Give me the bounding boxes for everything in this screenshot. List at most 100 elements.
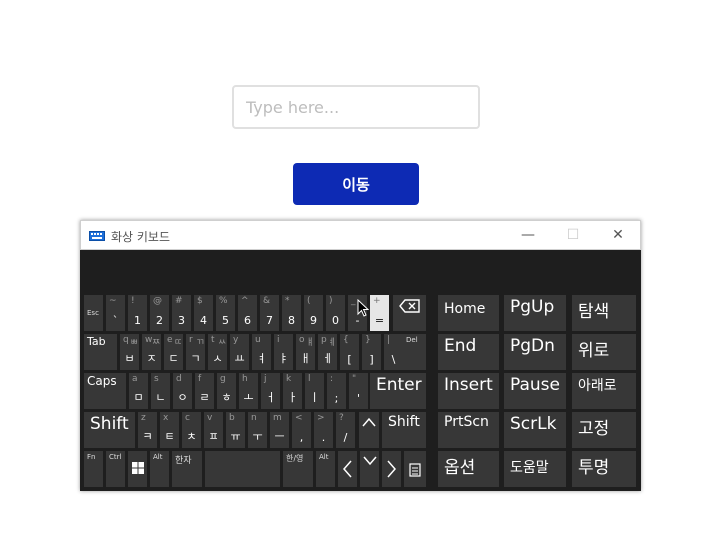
key-row3-2[interactable]: dㅇ: [173, 373, 192, 409]
key-shifted-hangul-label: ㅆ: [218, 338, 227, 348]
key-shift-left[interactable]: Shift: [84, 412, 135, 448]
key-alt-left[interactable]: Alt: [150, 451, 169, 487]
key-menu[interactable]: [404, 451, 426, 487]
key-row1-12[interactable]: + =: [370, 295, 389, 331]
key-down-dock[interactable]: 아래로: [572, 373, 636, 409]
key-shift-label: c: [185, 413, 190, 423]
key-ctrl[interactable]: Ctrl: [106, 451, 125, 487]
text-input[interactable]: [232, 85, 480, 129]
key-row2-1[interactable]: wㅉㅈ: [142, 334, 161, 370]
key-shift-right[interactable]: Shift: [382, 412, 426, 448]
key-row2-6[interactable]: uㅕ: [252, 334, 271, 370]
key-space[interactable]: [205, 451, 280, 487]
key-row1-10[interactable]: ) 0: [326, 295, 345, 331]
key-row4-9[interactable]: ? /: [336, 412, 355, 448]
key-row4-7[interactable]: <,: [292, 412, 311, 448]
key-row2-0[interactable]: qㅃㅂ: [120, 334, 139, 370]
key-backspace[interactable]: [393, 295, 426, 331]
key-tab[interactable]: Tab: [84, 334, 117, 370]
key-row4-8[interactable]: >.: [314, 412, 333, 448]
key-row4-3[interactable]: vㅍ: [204, 412, 223, 448]
key-row2-4[interactable]: tㅆㅅ: [208, 334, 227, 370]
key-help[interactable]: 도움말: [504, 451, 566, 487]
key-row2-8[interactable]: oㅒㅐ: [296, 334, 315, 370]
key-row1-1[interactable]: ! 1: [128, 295, 147, 331]
key-row3-5[interactable]: hㅗ: [239, 373, 258, 409]
key-arrow-up[interactable]: [359, 412, 379, 448]
key-row3-10[interactable]: " ': [349, 373, 368, 409]
key-hanja[interactable]: 한자: [172, 451, 202, 487]
key-row3-3[interactable]: fㄹ: [195, 373, 214, 409]
key-row3-4[interactable]: gㅎ: [217, 373, 236, 409]
key-esc[interactable]: Esc: [84, 295, 103, 331]
key-row2-10[interactable]: {[: [340, 334, 359, 370]
key-options[interactable]: 옵션: [438, 451, 499, 487]
key-row1-5[interactable]: % 5: [216, 295, 235, 331]
maximize-button[interactable]: ☐: [550, 221, 596, 251]
minimize-button[interactable]: —: [505, 221, 551, 251]
key-row4-1[interactable]: xㅌ: [160, 412, 179, 448]
key-arrow-left[interactable]: [338, 451, 357, 487]
key-scrlk[interactable]: ScrLk: [504, 412, 566, 448]
key-row2-11[interactable]: }]: [362, 334, 381, 370]
key-del[interactable]: Del: [403, 334, 426, 370]
key-row3-7[interactable]: kㅏ: [283, 373, 302, 409]
key-row2-5[interactable]: yㅛ: [230, 334, 249, 370]
key-row1-0[interactable]: ~ `: [106, 295, 125, 331]
backspace-icon: [399, 299, 420, 313]
key-row1-4[interactable]: $4: [194, 295, 213, 331]
arrow-right-icon: [387, 460, 396, 478]
key-windows[interactable]: [128, 451, 147, 487]
key-shift-label: e: [167, 335, 173, 345]
key-row4-2[interactable]: cㅊ: [182, 412, 201, 448]
key-row1-8[interactable]: * 8: [282, 295, 301, 331]
key-pause[interactable]: Pause: [504, 373, 566, 409]
key-row3-9[interactable]: :;: [327, 373, 346, 409]
key-row1-9[interactable]: (9: [304, 295, 323, 331]
key-row2-12[interactable]: | \: [384, 334, 403, 370]
key-pgup[interactable]: PgUp: [504, 295, 566, 331]
key-row1-6[interactable]: ^ 6: [238, 295, 257, 331]
key-pgdn[interactable]: PgDn: [504, 334, 566, 370]
key-up-dock[interactable]: 위로: [572, 334, 636, 370]
key-fade[interactable]: 투명: [572, 451, 636, 487]
key-caps[interactable]: Caps: [84, 373, 126, 409]
key-alt-right[interactable]: Alt: [316, 451, 335, 487]
key-row1-2[interactable]: @2: [150, 295, 169, 331]
move-button[interactable]: 이동: [293, 163, 419, 205]
key-home[interactable]: Home: [438, 295, 499, 331]
key-enter[interactable]: Enter: [370, 373, 426, 409]
key-row3-8[interactable]: lㅣ: [305, 373, 324, 409]
key-search[interactable]: 탐색: [572, 295, 636, 331]
key-fix[interactable]: 고정: [572, 412, 636, 448]
key-row3-1[interactable]: sㄴ: [151, 373, 170, 409]
windows-logo-icon: [132, 462, 144, 474]
osk-titlebar[interactable]: 화상 키보드 — ☐ ✕: [80, 220, 641, 250]
key-main-label: 5: [222, 314, 229, 327]
key-hanyeong[interactable]: 한/영: [283, 451, 313, 487]
key-arrow-right[interactable]: [382, 451, 401, 487]
key-row2-3[interactable]: rㄲㄱ: [186, 334, 205, 370]
key-end[interactable]: End: [438, 334, 499, 370]
key-prtscn[interactable]: PrtScn: [438, 412, 499, 448]
on-screen-keyboard-window: 화상 키보드 — ☐ ✕ Esc ~ `! 1 @2 #3 $4% 5 ^ 6 & 7 * 8(9) 0 _…: [80, 220, 641, 491]
key-row1-3[interactable]: #3: [172, 295, 191, 331]
close-button[interactable]: ✕: [595, 221, 641, 251]
key-main-label: ㅌ: [164, 430, 175, 443]
key-row2-2[interactable]: eㄸㄷ: [164, 334, 183, 370]
key-shifted-hangul-label: ㅃ: [130, 338, 139, 348]
key-row4-6[interactable]: mㅡ: [270, 412, 289, 448]
key-main-label: ': [356, 392, 361, 405]
key-arrow-down[interactable]: [360, 451, 379, 487]
key-fn[interactable]: Fn: [84, 451, 103, 487]
key-row4-4[interactable]: bㅠ: [226, 412, 245, 448]
key-row4-0[interactable]: zㅋ: [138, 412, 157, 448]
key-row1-7[interactable]: & 7: [260, 295, 279, 331]
key-shift-label: &: [263, 296, 271, 306]
key-row2-9[interactable]: pㅖㅔ: [318, 334, 337, 370]
key-row3-0[interactable]: aㅁ: [129, 373, 148, 409]
key-insert[interactable]: Insert: [438, 373, 499, 409]
key-row2-7[interactable]: iㅑ: [274, 334, 293, 370]
key-row4-5[interactable]: nㅜ: [248, 412, 267, 448]
key-row3-6[interactable]: jㅓ: [261, 373, 280, 409]
